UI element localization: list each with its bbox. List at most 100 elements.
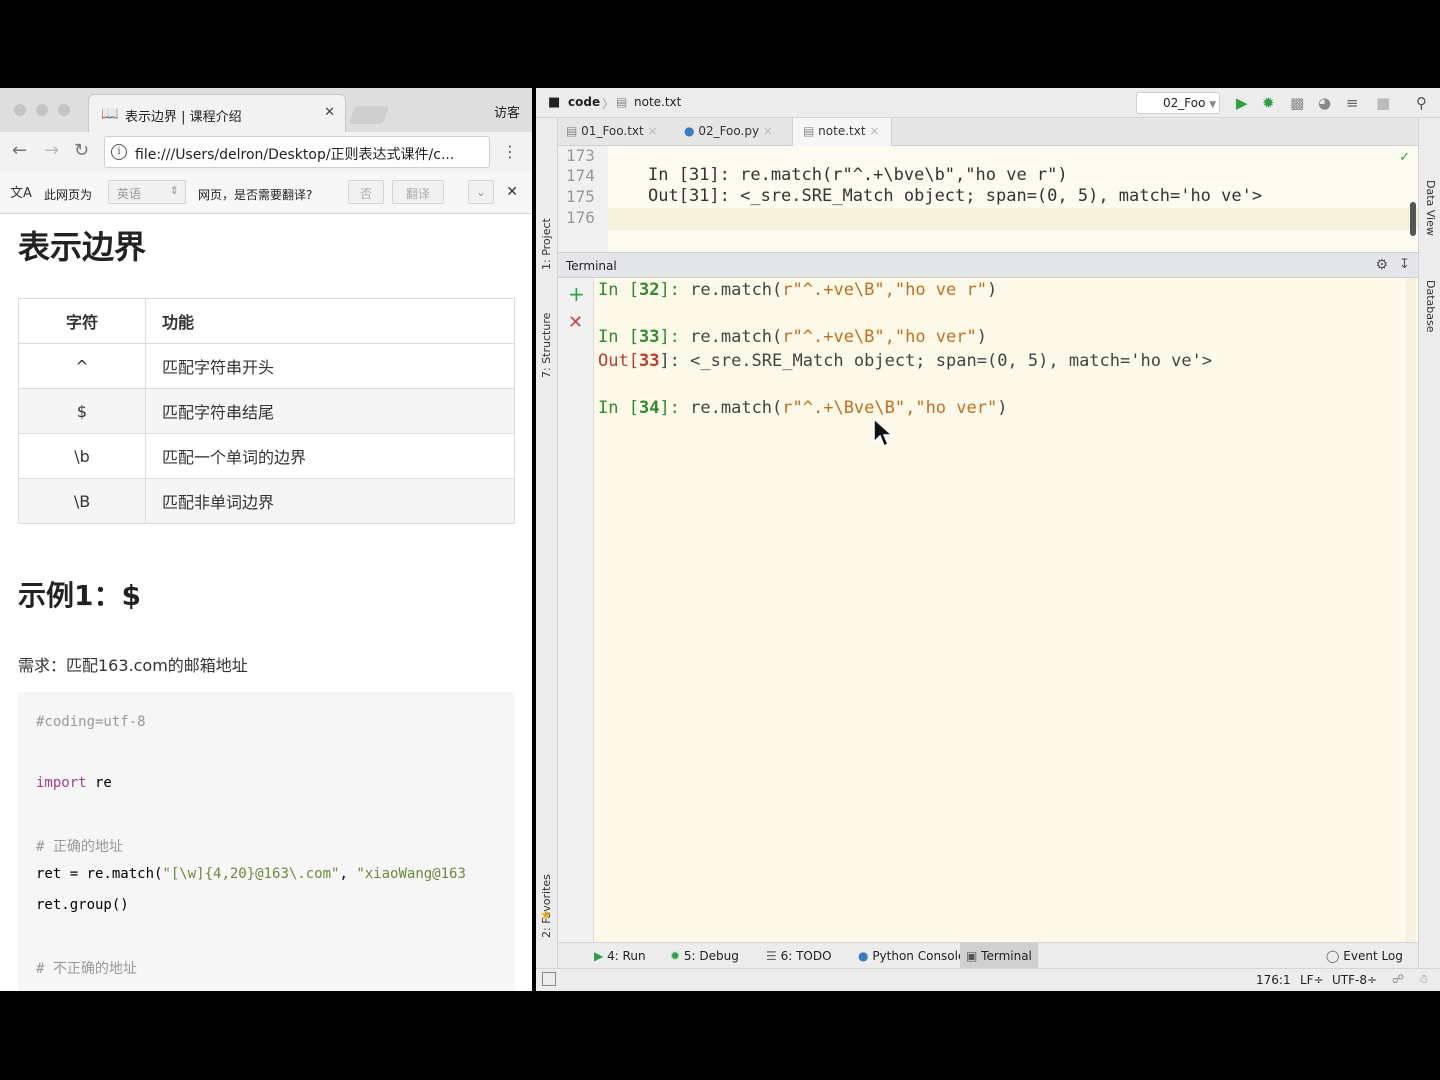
python-icon: ● bbox=[858, 949, 869, 963]
info-icon[interactable]: i bbox=[111, 144, 127, 160]
reload-icon[interactable]: ↻ bbox=[74, 140, 89, 161]
tool-tab-label: 5: Debug bbox=[683, 949, 739, 963]
caret-position[interactable]: 176:1 bbox=[1256, 973, 1291, 987]
more-menu-icon[interactable]: ⋮ bbox=[502, 142, 518, 161]
line-separator[interactable]: LF÷ bbox=[1300, 973, 1324, 987]
terminal-header: Terminal ⚙ ↧ bbox=[558, 252, 1418, 278]
gear-icon[interactable]: ⚙ bbox=[1375, 257, 1388, 273]
run-icon[interactable]: ▶ bbox=[1236, 94, 1248, 112]
close-tab-icon[interactable]: × bbox=[763, 124, 773, 138]
right-tool-strip: Data View Database bbox=[1418, 118, 1440, 968]
stop-icon[interactable]: ■ bbox=[1376, 94, 1390, 112]
minimize-window-button[interactable] bbox=[36, 104, 48, 116]
hide-panel-icon[interactable]: ↧ bbox=[1399, 257, 1410, 272]
example-heading: 示例1：$ bbox=[18, 579, 141, 612]
database-tool-tab[interactable]: Database bbox=[1424, 280, 1437, 333]
concurrency-icon[interactable]: ≡ bbox=[1346, 94, 1359, 112]
table-row: \B 匹配非单词边界 bbox=[18, 478, 515, 524]
code-text: ret = re.match( bbox=[36, 866, 163, 882]
text-file-icon: ▤ bbox=[566, 124, 578, 138]
table-header-row: 字符 功能 bbox=[18, 298, 515, 344]
translate-options-icon[interactable]: ⌄ bbox=[468, 180, 494, 204]
ide-navbar: ■ code 〉 ▤ note.txt 02_Foo ▼ ▶ ✹ ▩ ◕ ≡ ■… bbox=[536, 88, 1440, 118]
file-tab-bar: ▤ 01_Foo.txt × ● 02_Foo.py × ▤ note.txt … bbox=[558, 118, 1418, 146]
left-tool-strip: 1: Project 7: Structure 2: Favorites ★ bbox=[536, 118, 558, 968]
debug-icon: ✹ bbox=[670, 949, 681, 963]
todo-tool-tab[interactable]: ☰ 6: TODO bbox=[760, 943, 838, 969]
file-encoding[interactable]: UTF-8÷ bbox=[1332, 973, 1377, 987]
file-tab-label: 02_Foo.py bbox=[698, 124, 760, 138]
line-number: 174 bbox=[566, 166, 595, 185]
close-tab-icon[interactable]: ✕ bbox=[324, 105, 335, 120]
debug-tool-tab[interactable]: ✹ 5: Debug bbox=[664, 943, 745, 969]
address-bar[interactable]: i file:///Users/delron/Desktop/正则表达式课件/c… bbox=[104, 136, 490, 168]
favorites-tool-tab[interactable]: 2: Favorites bbox=[540, 874, 553, 938]
browser-tab-active[interactable]: 📖 表示边界 | 课程介绍 ✕ bbox=[88, 94, 346, 132]
code-text: , bbox=[339, 866, 357, 882]
file-tab-active[interactable]: ▤ note.txt × bbox=[792, 118, 892, 146]
tool-tab-label: 6: TODO bbox=[780, 949, 832, 963]
prompt-in: In [ bbox=[598, 327, 639, 347]
file-tab[interactable]: ▤ 01_Foo.txt × bbox=[566, 118, 678, 146]
text-file-icon: ▤ bbox=[803, 124, 815, 138]
lock-icon[interactable]: ☍ bbox=[1392, 972, 1404, 986]
structure-tool-tab[interactable]: 7: Structure bbox=[540, 313, 553, 378]
close-tab-icon[interactable]: × bbox=[869, 124, 879, 138]
prompt-number: 33 bbox=[638, 351, 660, 371]
code-line: import re bbox=[36, 775, 112, 791]
editor-line: Out[31]: <_sre.SRE_Match object; span=(0… bbox=[648, 186, 1263, 206]
book-icon: 📖 bbox=[101, 106, 119, 122]
run-icon: ▶ bbox=[594, 949, 604, 963]
file-tab[interactable]: ● 02_Foo.py × bbox=[684, 118, 788, 146]
text-file-icon: ▤ bbox=[616, 95, 628, 109]
run-tool-tab[interactable]: ▶ 4: Run bbox=[588, 943, 652, 969]
browser-window: 📖 表示边界 | 课程介绍 ✕ 访客 ← → ↻ i file:///Users… bbox=[0, 88, 532, 991]
data-view-tool-tab[interactable]: Data View bbox=[1424, 180, 1437, 236]
tool-tab-label: Terminal bbox=[981, 949, 1032, 963]
translate-button[interactable]: 翻译 bbox=[392, 180, 444, 204]
editor[interactable]: 173 174 175 176 In [31]: re.match(r"^.+\… bbox=[558, 146, 1418, 252]
run-config-select[interactable]: 02_Foo ▼ bbox=[1136, 92, 1220, 114]
code-keyword: import bbox=[36, 775, 87, 791]
code-string: "[\w]{4,20}@163\.com" bbox=[162, 866, 340, 882]
inspector-icon[interactable]: ☃ bbox=[1418, 972, 1429, 986]
language-select[interactable]: 英语 ⇕ bbox=[108, 180, 186, 204]
back-arrow-icon[interactable]: ← bbox=[12, 140, 27, 161]
forward-arrow-icon[interactable]: → bbox=[44, 140, 59, 161]
new-tab-button[interactable] bbox=[348, 106, 390, 124]
translate-bar: 文A 此网页为 英语 ⇕ 网页，是否需要翻译? 否 翻译 ⌄ ✕ bbox=[0, 172, 532, 214]
code-line: #coding=utf-8 bbox=[36, 714, 146, 730]
breadcrumb-note[interactable]: note.txt bbox=[634, 95, 681, 109]
code-line: ret = re.match("[\w]{4,20}@163\.com", "x… bbox=[36, 866, 466, 882]
updown-caret-icon: ⇕ bbox=[169, 184, 179, 197]
profile-icon[interactable]: ◕ bbox=[1318, 94, 1331, 112]
tool-tab-label: 4: Run bbox=[607, 949, 646, 963]
debug-icon[interactable]: ✹ bbox=[1262, 94, 1275, 112]
file-tab-label: 01_Foo.txt bbox=[581, 124, 644, 138]
terminal-tool-tab[interactable]: ▣ Terminal bbox=[960, 943, 1038, 969]
terminal-scrollbar-track[interactable] bbox=[1406, 278, 1416, 942]
prompt-number: 33 bbox=[638, 327, 660, 347]
close-session-icon[interactable]: ✕ bbox=[568, 312, 583, 333]
zoom-window-button[interactable] bbox=[58, 104, 70, 116]
tool-windows-toggle-icon[interactable] bbox=[542, 972, 556, 986]
search-icon[interactable]: ⚲ bbox=[1416, 94, 1427, 112]
editor-scrollbar[interactable] bbox=[1410, 202, 1416, 236]
output-text: ]: <_sre.SRE_Match object; span=(0, 5), … bbox=[659, 351, 1213, 371]
prompt-number: 34 bbox=[638, 398, 660, 418]
code-args: r"^.+ve\B","ho ver" bbox=[782, 327, 977, 347]
terminal-panel[interactable]: + ✕ In [32]: re.match(r"^.+ve\B","ho ve … bbox=[558, 278, 1418, 942]
close-translate-icon[interactable]: ✕ bbox=[506, 184, 518, 200]
breadcrumb-code[interactable]: code bbox=[568, 95, 600, 109]
code-close: ) bbox=[997, 398, 1008, 418]
event-log-tool-tab[interactable]: ◯ Event Log bbox=[1320, 943, 1409, 969]
project-tool-tab[interactable]: 1: Project bbox=[540, 218, 553, 270]
coverage-icon[interactable]: ▩ bbox=[1290, 94, 1304, 112]
guest-profile-label[interactable]: 访客 bbox=[494, 102, 520, 121]
translate-no-button[interactable]: 否 bbox=[348, 180, 384, 204]
terminal-line: In [32]: re.match(r"^.+ve\B","ho ve r") bbox=[598, 280, 997, 300]
python-console-tool-tab[interactable]: ● Python Console bbox=[852, 943, 971, 969]
new-session-plus-icon[interactable]: + bbox=[568, 282, 585, 306]
close-window-button[interactable] bbox=[14, 104, 26, 116]
close-tab-icon[interactable]: × bbox=[648, 124, 658, 138]
